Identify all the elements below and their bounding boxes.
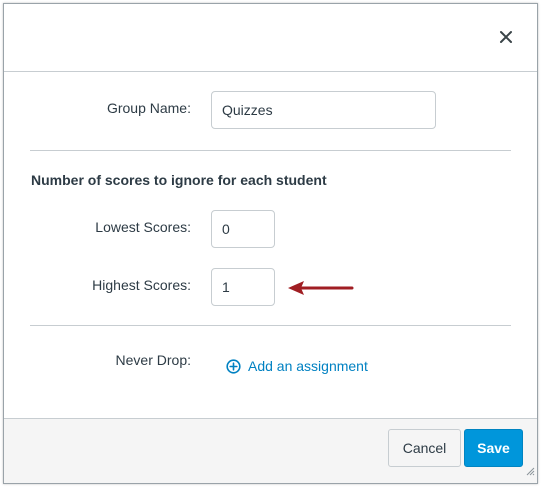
group-name-label: Group Name: <box>106 100 191 116</box>
resize-grip-icon[interactable] <box>525 463 535 481</box>
assignment-group-dialog: Group Name: Number of scores to ignore f… <box>3 3 538 484</box>
highest-scores-input[interactable] <box>211 268 275 306</box>
plus-circle-icon <box>226 358 241 374</box>
lowest-scores-input[interactable] <box>211 210 275 248</box>
save-button[interactable]: Save <box>464 429 523 467</box>
never-drop-label: Never Drop: <box>115 352 191 368</box>
highest-scores-label: Highest Scores: <box>92 277 191 293</box>
lowest-scores-label: Lowest Scores: <box>95 219 191 235</box>
cancel-button[interactable]: Cancel <box>388 429 461 467</box>
add-assignment-link[interactable]: Add an assignment <box>226 358 368 374</box>
add-assignment-label: Add an assignment <box>248 358 368 374</box>
arrow-left-icon <box>286 280 354 301</box>
dialog-footer: Cancel Save <box>4 418 537 483</box>
divider-bottom <box>30 325 511 326</box>
group-name-input[interactable] <box>211 91 436 129</box>
close-icon[interactable] <box>499 30 515 46</box>
dialog-titlebar <box>4 4 537 72</box>
divider-top <box>30 150 511 151</box>
drop-rules-heading: Number of scores to ignore for each stud… <box>31 172 327 188</box>
